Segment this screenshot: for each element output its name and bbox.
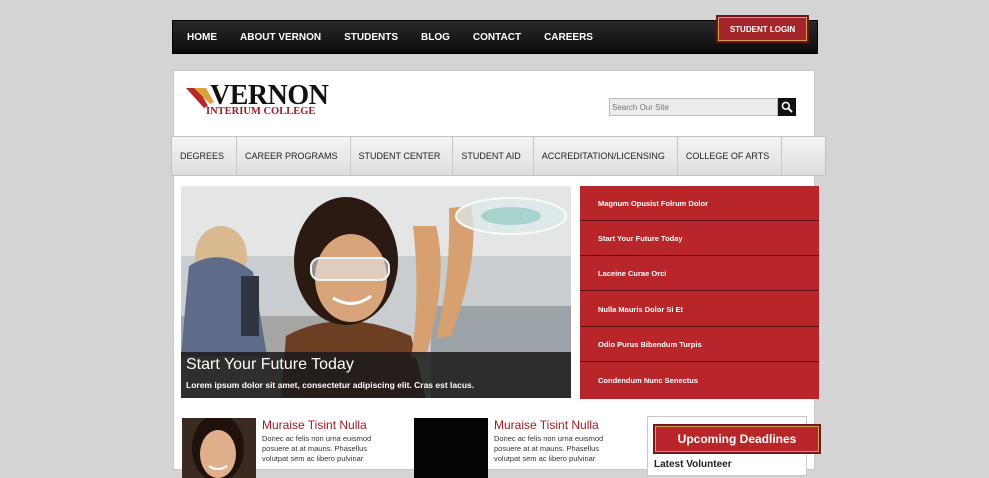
hero-description: Lorem ipsum dolor sit amet, consectetur … bbox=[186, 380, 475, 390]
menu-college-of-arts[interactable]: COLLEGE OF ARTS bbox=[678, 137, 783, 175]
menu-degrees[interactable]: DEGREES bbox=[172, 137, 238, 175]
article-teaser: Muraise Tisint Nulla Donec ac felis non … bbox=[182, 418, 382, 478]
side-menu-label: Magnum Opusist Folrum Dolor bbox=[598, 198, 708, 208]
nav-about-link[interactable]: ABOUT VERNON bbox=[240, 32, 321, 43]
nav-home-link[interactable]: HOME bbox=[187, 32, 217, 43]
menu-accreditation[interactable]: ACCREDITATION/LICENSING bbox=[534, 137, 678, 175]
search-button[interactable] bbox=[778, 98, 796, 116]
nav-students-link[interactable]: STUDENTS bbox=[344, 32, 398, 43]
deadlines-subtitle: Latest Volunteer bbox=[654, 459, 732, 470]
search-icon bbox=[781, 101, 793, 113]
main-navigation: DEGREES CAREER PROGRAMS STUDENT CENTER S… bbox=[171, 136, 826, 176]
article-thumbnail[interactable] bbox=[182, 418, 256, 478]
side-menu-item[interactable]: Condendum Nunc Senectus bbox=[580, 363, 819, 398]
nav-careers-link[interactable]: CAREERS bbox=[544, 32, 593, 43]
student-portrait-image bbox=[182, 418, 256, 478]
site-search bbox=[609, 98, 796, 116]
side-menu-label: Laceine Curae Orci bbox=[598, 268, 667, 278]
nav-contact-link[interactable]: CONTACT bbox=[473, 32, 521, 43]
upcoming-deadlines-button[interactable]: Upcoming Deadlines bbox=[653, 424, 821, 454]
article-title[interactable]: Muraise Tisint Nulla bbox=[262, 418, 367, 432]
featured-side-menu: Magnum Opusist Folrum Dolor Start Your F… bbox=[580, 186, 819, 399]
article-title[interactable]: Muraise Tisint Nulla bbox=[494, 418, 599, 432]
side-menu-label: Nulla Mauris Dolor Si Et bbox=[598, 304, 684, 314]
site-logo[interactable]: VERNON INTERIUM COLLEGE bbox=[186, 82, 336, 120]
student-login-button[interactable]: STUDENT LOGIN bbox=[716, 15, 809, 43]
article-teaser: Muraise Tisint Nulla Donec ac felis non … bbox=[414, 418, 614, 478]
article-excerpt: Donec ac felis non urna euismod posuere … bbox=[494, 434, 604, 463]
side-menu-item[interactable]: Odio Purus Bibendum Turpis bbox=[580, 327, 819, 362]
nav-blog-link[interactable]: BLOG bbox=[421, 32, 450, 43]
side-menu-item[interactable]: Start Your Future Today bbox=[580, 221, 819, 256]
menu-career-programs[interactable]: CAREER PROGRAMS bbox=[237, 137, 351, 175]
side-menu-item[interactable]: Magnum Opusist Folrum Dolor bbox=[580, 186, 819, 221]
hero-caption: Start Your Future Today Lorem ipsum dolo… bbox=[181, 352, 571, 398]
side-menu-label: Condendum Nunc Senectus bbox=[598, 376, 699, 385]
logo-subtitle: INTERIUM COLLEGE bbox=[206, 106, 316, 117]
article-thumbnail[interactable] bbox=[414, 418, 488, 478]
article-excerpt: Donec ac felis non urna euismod posuere … bbox=[262, 434, 372, 463]
side-menu-item[interactable]: Laceine Curae Orci bbox=[580, 256, 819, 291]
top-nav: HOME ABOUT VERNON STUDENTS BLOG CONTACT … bbox=[187, 21, 616, 53]
menu-student-aid[interactable]: STUDENT AID bbox=[453, 137, 534, 175]
menu-student-center[interactable]: STUDENT CENTER bbox=[351, 137, 454, 175]
search-input[interactable] bbox=[609, 98, 778, 116]
side-menu-label: Odio Purus Bibendum Turpis bbox=[598, 339, 702, 349]
hero-title: Start Your Future Today bbox=[186, 356, 354, 373]
hero-banner[interactable]: Start Your Future Today Lorem ipsum dolo… bbox=[181, 186, 571, 398]
side-menu-label: Start Your Future Today bbox=[598, 233, 683, 243]
side-menu-item[interactable]: Nulla Mauris Dolor Si Et bbox=[580, 292, 819, 327]
